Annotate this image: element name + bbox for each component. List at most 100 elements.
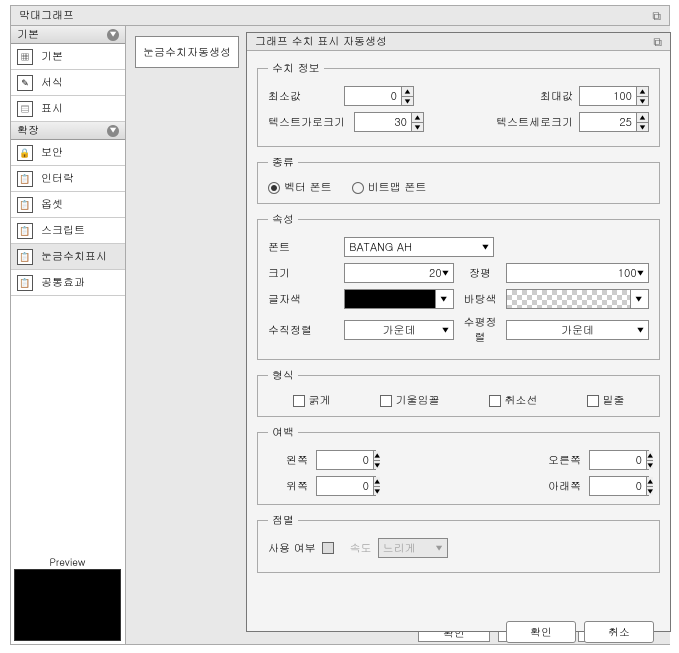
sidebar-item-script[interactable]: 📋 스크립트 <box>11 218 125 244</box>
spinner-arrows[interactable]: ▲▼ <box>401 87 413 105</box>
min-spinner[interactable]: ▲▼ <box>344 86 414 106</box>
spinner-arrows[interactable]: ▲▼ <box>373 477 380 495</box>
sidebar-item-security[interactable]: 🔒보안 <box>11 140 125 166</box>
margin-right-label: 오른쪽 <box>541 453 581 468</box>
auto-generate-button[interactable]: 눈금수치자동생성 <box>135 36 239 68</box>
halign-select[interactable]: 가운데▼ <box>506 320 649 340</box>
bg-color-dropdown[interactable]: ▼ <box>631 289 649 309</box>
auto-generate-dialog: 그래프 수치 표시 자동생성 ⧉ 수치 정보 최소값 ▲▼ 최대값 ▲▼ 텍스트… <box>246 32 671 632</box>
sidebar-item-interlock[interactable]: 📋인터락 <box>11 166 125 192</box>
strike-checkbox[interactable]: 취소선 <box>489 393 538 408</box>
checkbox-icon <box>587 395 599 407</box>
margin-bottom-spinner[interactable]: ▲▼ <box>589 476 649 496</box>
checkbox-label: 굵게 <box>309 393 331 408</box>
radio-icon <box>268 182 280 194</box>
min-input[interactable] <box>345 87 401 105</box>
radio-label: 벡터 폰트 <box>284 180 332 195</box>
margin-top-input[interactable] <box>317 477 373 495</box>
clipboard-icon: 📋 <box>17 275 33 291</box>
valign-select[interactable]: 가운데▼ <box>344 320 454 340</box>
dialog-body: 수치 정보 최소값 ▲▼ 최대값 ▲▼ 텍스트가로크기 ▲▼ 텍스트세로크기 ▲… <box>247 51 670 653</box>
button-label: 눈금수치자동생성 <box>143 45 231 60</box>
select-value: 느리게 <box>383 541 416 556</box>
margin-left-input[interactable] <box>317 451 373 469</box>
lock-icon: 🔒 <box>17 145 33 161</box>
preview-label: Preview <box>14 555 121 569</box>
text-height-label: 텍스트세로크기 <box>493 115 573 130</box>
sidebar-item-common-effect[interactable]: 📋 공통효과 <box>11 270 125 296</box>
sidebar-item-label: 공통효과 <box>41 275 85 290</box>
radio-label: 비트맵 폰트 <box>368 180 427 195</box>
spinner-arrows[interactable]: ▲▼ <box>646 451 653 469</box>
chevron-down-icon: ▼ <box>635 294 642 305</box>
margin-right-input[interactable] <box>590 451 646 469</box>
sidebar-item-basic[interactable]: ▦기본 <box>11 44 125 70</box>
bold-checkbox[interactable]: 굵게 <box>293 393 331 408</box>
spinner-arrows[interactable]: ▲▼ <box>636 113 648 131</box>
select-value: 가운데 <box>383 323 416 338</box>
speed-select: 느리게▼ <box>378 538 448 558</box>
group-legend: 속성 <box>268 212 298 227</box>
valign-label: 수직정렬 <box>268 323 338 338</box>
accordion-basic[interactable]: 기본 ▼ <box>11 26 125 44</box>
text-height-input[interactable] <box>580 113 636 131</box>
max-input[interactable] <box>580 87 636 105</box>
margin-left-spinner[interactable]: ▲▼ <box>316 450 376 470</box>
text-height-spinner[interactable]: ▲▼ <box>579 112 649 132</box>
dialog-ok-button[interactable]: 확인 <box>506 621 576 643</box>
accordion-basic-label: 기본 <box>17 26 39 44</box>
accordion-extend-label: 확장 <box>17 122 39 140</box>
bg-color-swatch[interactable] <box>506 289 631 309</box>
checkbox-label: 기울임꼴 <box>396 393 440 408</box>
chevron-down-icon: ▼ <box>482 242 489 253</box>
margin-group: 여백 왼쪽▲▼ 위쪽▲▼ 오른쪽▲▼ 아래쪽▲▼ <box>257 425 660 505</box>
chevron-down-icon: ▼ <box>637 268 644 279</box>
text-width-input[interactable] <box>355 113 411 131</box>
clipboard-icon: 📋 <box>17 223 33 239</box>
button-label: 취소 <box>608 625 630 640</box>
max-spinner[interactable]: ▲▼ <box>579 86 649 106</box>
use-checkbox[interactable] <box>322 542 334 554</box>
scale-select[interactable]: 100▼ <box>506 263 649 283</box>
radio-bitmap-font[interactable]: 비트맵 폰트 <box>352 180 427 195</box>
spinner-arrows[interactable]: ▲▼ <box>646 477 653 495</box>
button-label: 확인 <box>530 625 552 640</box>
sidebar-item-format[interactable]: ✎서식 <box>11 70 125 96</box>
bg-color-label: 바탕색 <box>460 292 500 307</box>
accordion-extend[interactable]: 확장 ▼ <box>11 122 125 140</box>
sidebar-item-label: 스크립트 <box>41 223 85 238</box>
text-color-swatch[interactable] <box>344 289 436 309</box>
preview-canvas <box>14 569 121 641</box>
dialog-cancel-button[interactable]: 취소 <box>584 621 654 643</box>
margin-bottom-input[interactable] <box>590 477 646 495</box>
margin-right-spinner[interactable]: ▲▼ <box>589 450 649 470</box>
text-color-dropdown[interactable]: ▼ <box>436 289 454 309</box>
attribute-group: 속성 폰트 BATANG AH▼ 크기 20▼ 장평 100▼ 글자색 ▼ 바탕… <box>257 212 660 360</box>
text-width-label: 텍스트가로크기 <box>268 115 348 130</box>
sidebar-item-offset[interactable]: 📋옵셋 <box>11 192 125 218</box>
dialog-title: 그래프 수치 표시 자동생성 <box>255 33 387 50</box>
text-width-spinner[interactable]: ▲▼ <box>354 112 424 132</box>
sidebar-item-display[interactable]: ▤표시 <box>11 96 125 122</box>
select-value: 20 <box>429 266 442 281</box>
numeric-info-group: 수치 정보 최소값 ▲▼ 최대값 ▲▼ 텍스트가로크기 ▲▼ 텍스트세로크기 ▲… <box>257 61 660 147</box>
blink-group: 점멸 사용 여부 속도 느리게▼ <box>257 513 660 573</box>
spinner-arrows[interactable]: ▲▼ <box>411 113 423 131</box>
italic-checkbox[interactable]: 기울임꼴 <box>380 393 440 408</box>
close-icon[interactable]: ⧉ <box>653 33 662 50</box>
doc-icon: ▤ <box>17 101 33 117</box>
font-select[interactable]: BATANG AH▼ <box>344 237 494 257</box>
size-select[interactable]: 20▼ <box>344 263 454 283</box>
kind-group: 종류 벡터 폰트 비트맵 폰트 <box>257 155 660 204</box>
underline-checkbox[interactable]: 밑줄 <box>587 393 625 408</box>
sidebar-item-scale-display[interactable]: 📋눈금수치표시 <box>11 244 125 270</box>
close-icon[interactable]: ⧉ <box>652 6 661 26</box>
sidebar-item-label: 기본 <box>41 49 63 64</box>
spinner-arrows[interactable]: ▲▼ <box>373 451 380 469</box>
group-legend: 종류 <box>268 155 298 170</box>
select-value: 가운데 <box>561 323 594 338</box>
radio-vector-font[interactable]: 벡터 폰트 <box>268 180 332 195</box>
dialog-buttons: 확인 취소 <box>257 621 660 643</box>
margin-top-spinner[interactable]: ▲▼ <box>316 476 376 496</box>
spinner-arrows[interactable]: ▲▼ <box>636 87 648 105</box>
